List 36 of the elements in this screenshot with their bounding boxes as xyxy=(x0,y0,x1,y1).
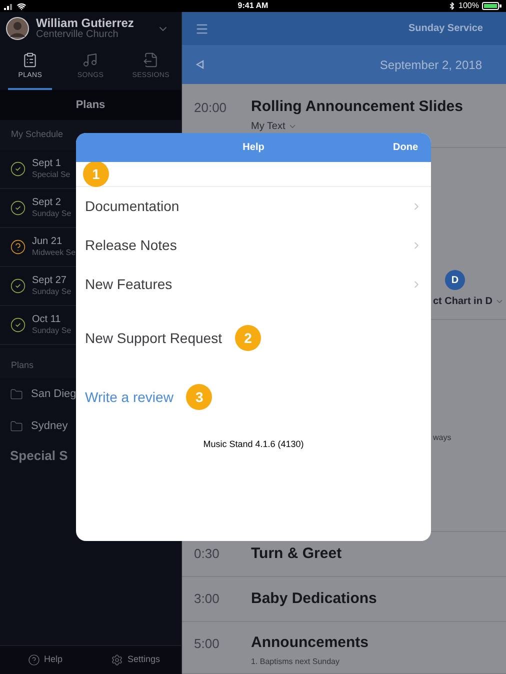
number-badge: 3 xyxy=(186,384,212,410)
schedule-date: Oct 11 xyxy=(32,314,62,325)
item-time: 3:00 xyxy=(194,590,220,608)
schedule-subtitle: Sunday Se xyxy=(32,325,72,336)
schedule-date: Sept 1 xyxy=(32,158,62,169)
item-note: ways xyxy=(433,433,452,442)
plan-title: Special S xyxy=(10,447,68,466)
panel-title: Plans xyxy=(76,98,106,113)
key-badge: D xyxy=(445,270,465,290)
church-name: Centerville Church xyxy=(36,28,120,40)
item-note: 1. Baptisms next Sunday xyxy=(251,656,340,668)
number-badge: 2 xyxy=(234,325,261,351)
item-title: Announcements xyxy=(251,634,369,652)
schedule-subtitle: Sunday Se xyxy=(32,208,72,219)
schedule-date: Sept 2 xyxy=(32,197,62,208)
section-heading: My Schedule xyxy=(11,128,64,142)
item-title: Rolling Announcement Slides xyxy=(251,98,463,116)
battery-percent: 100% xyxy=(458,0,479,12)
schedule-date: Sept 27 xyxy=(32,275,68,286)
item-time: 20:00 xyxy=(194,99,228,117)
schedule-subtitle: Midweek Se xyxy=(32,247,76,258)
user-name: William Gutierrez xyxy=(36,16,135,28)
dialog-title: Help xyxy=(242,141,264,155)
section-heading: Plans xyxy=(11,358,34,372)
screen-title: Sunday Service xyxy=(408,22,483,36)
version-text: Music Stand 4.1.6 (4130) xyxy=(203,438,304,451)
item-time: 5:00 xyxy=(194,635,220,653)
clock-time: 9:41 AM xyxy=(238,0,268,12)
schedule-subtitle: Special Se xyxy=(32,169,70,180)
item-title: Turn & Greet xyxy=(251,545,342,563)
schedule-subtitle: Sunday Se xyxy=(32,286,72,297)
item-time: 0:30 xyxy=(194,545,220,564)
number-badge: 1 xyxy=(83,161,109,187)
service-date: September 2, 2018 xyxy=(380,56,482,74)
item-title: Baby Dedications xyxy=(251,590,377,608)
schedule-date: Jun 21 xyxy=(32,236,64,247)
